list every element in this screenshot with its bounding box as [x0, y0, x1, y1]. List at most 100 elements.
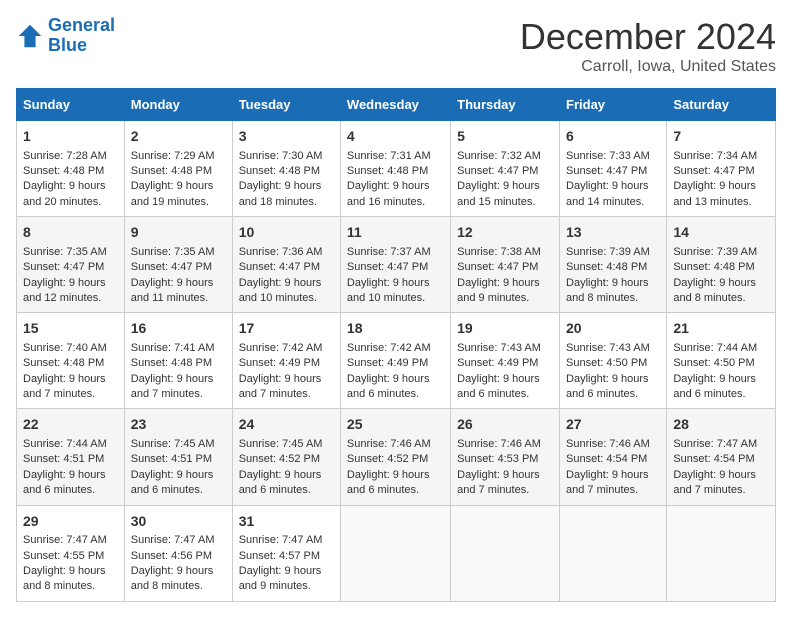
- day-number: 27: [566, 415, 660, 435]
- calendar-cell: 10Sunrise: 7:36 AMSunset: 4:47 PMDayligh…: [232, 217, 340, 313]
- calendar-cell: 28Sunrise: 7:47 AMSunset: 4:54 PMDayligh…: [667, 409, 776, 505]
- daylight-label: Daylight: 9 hours and 8 minutes.: [131, 565, 214, 592]
- day-header-sunday: Sunday: [17, 89, 125, 121]
- sunset-label: Sunset: 4:57 PM: [239, 550, 320, 562]
- sunset-label: Sunset: 4:48 PM: [131, 165, 212, 177]
- sunset-label: Sunset: 4:48 PM: [673, 261, 754, 273]
- day-header-tuesday: Tuesday: [232, 89, 340, 121]
- sunrise-label: Sunrise: 7:39 AM: [566, 246, 650, 258]
- sunset-label: Sunset: 4:48 PM: [23, 165, 104, 177]
- calendar-cell: [667, 505, 776, 601]
- daylight-label: Daylight: 9 hours and 7 minutes.: [239, 373, 322, 400]
- day-header-friday: Friday: [560, 89, 667, 121]
- sunrise-label: Sunrise: 7:47 AM: [673, 438, 757, 450]
- calendar-cell: [451, 505, 560, 601]
- day-header-saturday: Saturday: [667, 89, 776, 121]
- daylight-label: Daylight: 9 hours and 6 minutes.: [673, 373, 756, 400]
- sunset-label: Sunset: 4:47 PM: [457, 261, 538, 273]
- week-row-1: 1Sunrise: 7:28 AMSunset: 4:48 PMDaylight…: [17, 121, 776, 217]
- daylight-label: Daylight: 9 hours and 7 minutes.: [457, 469, 540, 496]
- week-row-3: 15 Sunrise: 7:40 AM Sunset: 4:48 PM Dayligh…: [17, 313, 776, 409]
- day-number: 30: [131, 512, 226, 532]
- day-number: 2: [131, 127, 226, 147]
- calendar-cell: 15Sunrise: 7:40 AMSunset: 4:48 PMDayligh…: [17, 313, 125, 409]
- logo-general: General: [48, 15, 115, 35]
- calendar-cell: 3Sunrise: 7:30 AMSunset: 4:48 PMDaylight…: [232, 121, 340, 217]
- sunrise-label: Sunrise: 7:45 AM: [239, 438, 323, 450]
- sunset-label: Sunset: 4:52 PM: [347, 453, 428, 465]
- sunrise-label: Sunrise: 7:46 AM: [566, 438, 650, 450]
- location-title: Carroll, Iowa, United States: [520, 58, 776, 76]
- calendar-cell: 2Sunrise: 7:29 AMSunset: 4:48 PMDaylight…: [124, 121, 232, 217]
- sunset-label: Sunset: 4:48 PM: [131, 357, 212, 369]
- day-number: 10: [239, 223, 334, 243]
- calendar-cell: 13Sunrise: 7:39 AMSunset: 4:48 PMDayligh…: [560, 217, 667, 313]
- calendar-cell: 7Sunrise: 7:34 AMSunset: 4:47 PMDaylight…: [667, 121, 776, 217]
- logo-text: General Blue: [48, 16, 115, 56]
- sunset-label: Sunset: 4:49 PM: [347, 357, 428, 369]
- day-header-thursday: Thursday: [451, 89, 560, 121]
- day-number: 26: [457, 415, 553, 435]
- sunset-label: Sunset: 4:47 PM: [23, 261, 104, 273]
- calendar-cell: 4Sunrise: 7:31 AMSunset: 4:48 PMDaylight…: [340, 121, 450, 217]
- calendar-cell: 17Sunrise: 7:42 AMSunset: 4:49 PMDayligh…: [232, 313, 340, 409]
- week-row-4: 22Sunrise: 7:44 AMSunset: 4:51 PMDayligh…: [17, 409, 776, 505]
- sunset-label: Sunset: 4:48 PM: [239, 165, 320, 177]
- sunrise-label: Sunrise: 7:42 AM: [239, 342, 323, 354]
- sunset-label: Sunset: 4:48 PM: [566, 261, 647, 273]
- daylight-label: Daylight: 9 hours and 10 minutes.: [347, 277, 430, 304]
- sunset-label: Sunset: 4:47 PM: [239, 261, 320, 273]
- daylight-label: Daylight: 9 hours and 18 minutes.: [239, 180, 322, 207]
- sunrise-label: Sunrise: 7:45 AM: [131, 438, 215, 450]
- day-header-wednesday: Wednesday: [340, 89, 450, 121]
- sunrise-label: Sunrise: 7:43 AM: [457, 342, 541, 354]
- calendar-cell: 6Sunrise: 7:33 AMSunset: 4:47 PMDaylight…: [560, 121, 667, 217]
- day-number: 15: [23, 319, 118, 339]
- day-number: 24: [239, 415, 334, 435]
- day-number: 7: [673, 127, 769, 147]
- calendar-cell: 25Sunrise: 7:46 AMSunset: 4:52 PMDayligh…: [340, 409, 450, 505]
- title-area: December 2024 Carroll, Iowa, United Stat…: [520, 16, 776, 76]
- calendar-cell: [560, 505, 667, 601]
- calendar-cell: 8Sunrise: 7:35 AMSunset: 4:47 PMDaylight…: [17, 217, 125, 313]
- day-number: 16: [131, 319, 226, 339]
- daylight-label: Daylight: 9 hours and 10 minutes.: [239, 277, 322, 304]
- calendar-cell: 26Sunrise: 7:46 AMSunset: 4:53 PMDayligh…: [451, 409, 560, 505]
- daylight-label: Daylight: 9 hours and 16 minutes.: [347, 180, 430, 207]
- week-row-5: 29Sunrise: 7:47 AMSunset: 4:55 PMDayligh…: [17, 505, 776, 601]
- calendar-cell: 12Sunrise: 7:38 AMSunset: 4:47 PMDayligh…: [451, 217, 560, 313]
- daylight-label: Daylight: 9 hours and 6 minutes.: [347, 373, 430, 400]
- sunrise-label: Sunrise: 7:43 AM: [566, 342, 650, 354]
- daylight-label: Daylight: 9 hours and 6 minutes.: [23, 469, 106, 496]
- day-number: 19: [457, 319, 553, 339]
- daylight-label: Daylight: 9 hours and 13 minutes.: [673, 180, 756, 207]
- sunset-label: Sunset: 4:50 PM: [673, 357, 754, 369]
- daylight-label: Daylight: 9 hours and 19 minutes.: [131, 180, 214, 207]
- day-number: 18: [347, 319, 444, 339]
- sunrise-label: Sunrise: 7:40 AM: [23, 342, 107, 354]
- daylight-label: Daylight: 9 hours and 7 minutes.: [566, 469, 649, 496]
- calendar-cell: 16Sunrise: 7:41 AMSunset: 4:48 PMDayligh…: [124, 313, 232, 409]
- calendar-cell: 24Sunrise: 7:45 AMSunset: 4:52 PMDayligh…: [232, 409, 340, 505]
- daylight-label: Daylight: 9 hours and 7 minutes.: [131, 373, 214, 400]
- calendar-cell: 11Sunrise: 7:37 AMSunset: 4:47 PMDayligh…: [340, 217, 450, 313]
- day-number: 5: [457, 127, 553, 147]
- sunrise-label: Sunrise: 7:42 AM: [347, 342, 431, 354]
- sunrise-label: Sunrise: 7:39 AM: [673, 246, 757, 258]
- day-number: 12: [457, 223, 553, 243]
- sunset-label: Sunset: 4:56 PM: [131, 550, 212, 562]
- day-number: 22: [23, 415, 118, 435]
- calendar-cell: 14Sunrise: 7:39 AMSunset: 4:48 PMDayligh…: [667, 217, 776, 313]
- calendar-cell: 27Sunrise: 7:46 AMSunset: 4:54 PMDayligh…: [560, 409, 667, 505]
- header: General Blue December 2024 Carroll, Iowa…: [16, 16, 776, 76]
- daylight-label: Daylight: 9 hours and 15 minutes.: [457, 180, 540, 207]
- sunset-label: Sunset: 4:54 PM: [673, 453, 754, 465]
- daylight-label: Daylight: 9 hours and 9 minutes.: [457, 277, 540, 304]
- day-number: 29: [23, 512, 118, 532]
- sunset-label: Sunset: 4:47 PM: [347, 261, 428, 273]
- daylight-label: Daylight: 9 hours and 7 minutes.: [673, 469, 756, 496]
- calendar-cell: 31Sunrise: 7:47 AMSunset: 4:57 PMDayligh…: [232, 505, 340, 601]
- sunrise-label: Sunrise: 7:28 AM: [23, 150, 107, 162]
- daylight-label: Daylight: 9 hours and 20 minutes.: [23, 180, 106, 207]
- sunset-label: Sunset: 4:51 PM: [131, 453, 212, 465]
